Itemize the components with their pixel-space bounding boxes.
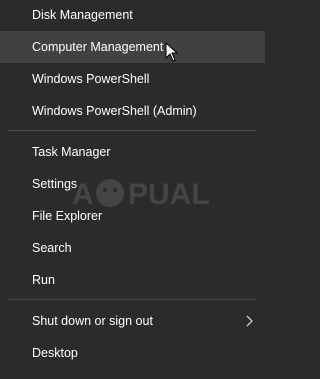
menu-item-windows-powershell-admin[interactable]: Windows PowerShell (Admin) bbox=[0, 95, 265, 127]
mouse-pointer-icon bbox=[165, 42, 179, 62]
svg-text:A: A bbox=[72, 178, 94, 211]
menu-item-desktop[interactable]: Desktop bbox=[0, 337, 265, 369]
menu-item-label: Computer Management bbox=[32, 40, 164, 54]
menu-item-label: Search bbox=[32, 241, 72, 255]
menu-divider bbox=[8, 130, 257, 131]
menu-item-computer-management[interactable]: Computer Management bbox=[0, 31, 265, 63]
menu-item-label: Disk Management bbox=[32, 8, 133, 22]
svg-text:PUALS: PUALS bbox=[128, 178, 210, 211]
menu-item-label: Run bbox=[32, 273, 55, 287]
appuals-watermark-logo: A PUALS bbox=[72, 178, 210, 211]
menu-item-search[interactable]: Search bbox=[0, 232, 265, 264]
menu-item-label: Desktop bbox=[32, 346, 78, 360]
menu-item-label: Shut down or sign out bbox=[32, 314, 153, 328]
menu-item-label: Windows PowerShell (Admin) bbox=[32, 104, 197, 118]
menu-item-run[interactable]: Run bbox=[0, 264, 265, 296]
menu-item-shut-down-or-sign-out[interactable]: Shut down or sign out bbox=[0, 305, 265, 337]
menu-item-label: Task Manager bbox=[32, 145, 111, 159]
winx-context-menu: Disk Management Computer Management Wind… bbox=[0, 0, 265, 379]
menu-item-disk-management[interactable]: Disk Management bbox=[0, 0, 265, 31]
chevron-right-icon bbox=[246, 315, 253, 327]
menu-item-task-manager[interactable]: Task Manager bbox=[0, 136, 265, 168]
menu-divider bbox=[8, 299, 257, 300]
menu-item-windows-powershell[interactable]: Windows PowerShell bbox=[0, 63, 265, 95]
menu-item-label: Windows PowerShell bbox=[32, 72, 150, 86]
